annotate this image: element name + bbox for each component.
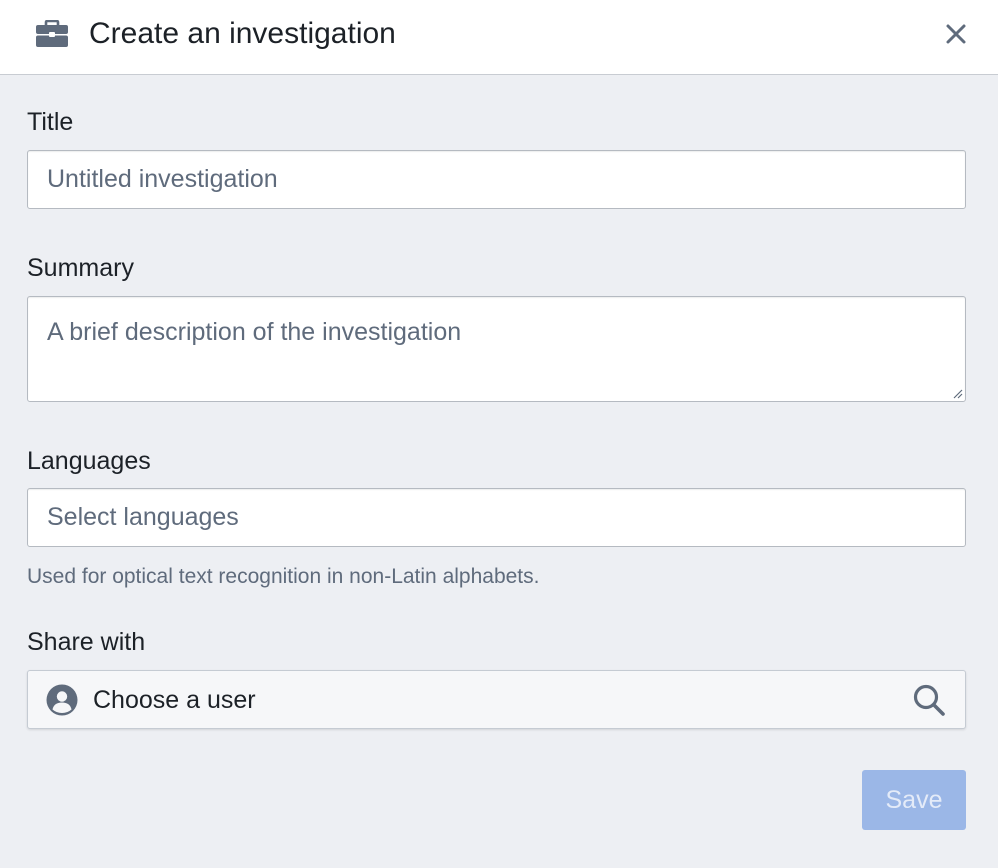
resize-handle-icon[interactable] bbox=[951, 387, 963, 399]
briefcase-icon bbox=[36, 20, 68, 47]
title-label: Title bbox=[27, 108, 74, 136]
share-placeholder: Choose a user bbox=[93, 686, 256, 714]
summary-label: Summary bbox=[27, 254, 134, 282]
create-investigation-dialog: Create an investigation Title Summary La… bbox=[0, 0, 998, 868]
languages-label: Languages bbox=[27, 447, 151, 475]
close-button[interactable] bbox=[938, 16, 974, 52]
save-button[interactable]: Save bbox=[862, 770, 966, 830]
share-user-select[interactable]: Choose a user bbox=[27, 670, 966, 729]
title-field[interactable] bbox=[27, 150, 966, 209]
summary-textarea[interactable] bbox=[28, 297, 965, 401]
languages-input[interactable] bbox=[28, 489, 965, 546]
title-input[interactable] bbox=[28, 151, 965, 208]
share-label: Share with bbox=[27, 628, 146, 656]
languages-field[interactable] bbox=[27, 488, 966, 547]
dialog-header: Create an investigation bbox=[0, 0, 998, 75]
dialog-title: Create an investigation bbox=[89, 17, 396, 50]
user-icon bbox=[46, 684, 78, 716]
languages-helper-text: Used for optical text recognition in non… bbox=[27, 565, 540, 588]
close-icon[interactable] bbox=[945, 23, 967, 45]
summary-field[interactable] bbox=[27, 296, 966, 402]
search-icon[interactable] bbox=[912, 683, 946, 717]
